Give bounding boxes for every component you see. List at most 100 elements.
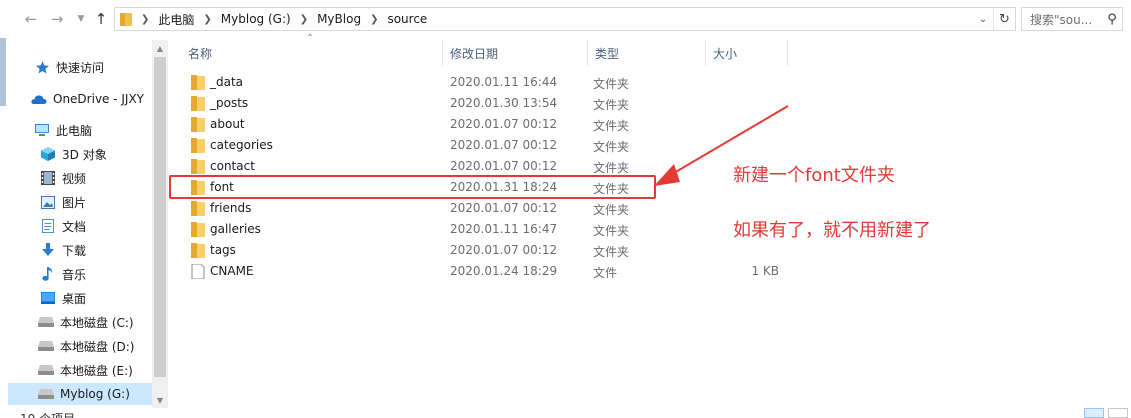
file-type: 文件夹 xyxy=(593,98,630,112)
sidebar-item-music[interactable]: 音乐 xyxy=(8,263,152,285)
scroll-down-icon[interactable]: ▼ xyxy=(152,392,168,408)
sidebar-item-this-pc[interactable]: 此电脑 xyxy=(8,119,152,141)
sidebar-item-label: 此电脑 xyxy=(56,123,93,138)
folder-icon xyxy=(120,12,132,26)
up-button[interactable]: ↑ xyxy=(92,10,110,28)
music-note-icon xyxy=(40,266,56,282)
column-header-type[interactable]: 类型 xyxy=(588,40,706,66)
file-date: 2020.01.11 16:47 xyxy=(450,222,558,236)
large-icons-view-button[interactable] xyxy=(1108,408,1128,418)
file-name: _posts xyxy=(210,96,249,110)
sidebar-item-drive-c[interactable]: 本地磁盘 (C:) xyxy=(8,311,152,333)
folder-icon xyxy=(191,75,205,90)
sidebar-item-label: 下载 xyxy=(62,243,87,258)
file-date: 2020.01.24 18:29 xyxy=(450,264,558,278)
annotation-text-create-font: 新建一个font文件夹 xyxy=(733,165,895,186)
window-left-edge xyxy=(0,0,8,418)
column-header-size[interactable]: 大小 xyxy=(706,40,788,66)
sidebar-item-onedrive[interactable]: OneDrive - JJXY xyxy=(8,88,152,110)
back-button[interactable]: ← xyxy=(22,10,40,28)
folder-icon xyxy=(191,159,205,174)
sidebar-item-quick-access[interactable]: 快速访问 xyxy=(8,56,152,78)
folder-icon xyxy=(191,222,205,237)
recent-locations-button[interactable]: ▼ xyxy=(72,10,90,28)
file-type: 文件夹 xyxy=(593,224,630,238)
sidebar-item-label: 本地磁盘 (E:) xyxy=(60,363,133,378)
download-icon xyxy=(40,242,56,258)
file-row[interactable]: CNAME 2020.01.24 18:29 文件 1 KB xyxy=(183,261,803,282)
breadcrumb-this-pc[interactable]: 此电脑 xyxy=(158,11,194,28)
folder-icon xyxy=(191,201,205,216)
annotation-highlight-box xyxy=(169,175,656,199)
sidebar-item-label: OneDrive - JJXY xyxy=(53,92,145,106)
sidebar-item-3d-objects[interactable]: 3D 对象 xyxy=(8,143,152,165)
computer-icon xyxy=(34,122,50,138)
sidebar-item-videos[interactable]: 视频 xyxy=(8,167,152,189)
scroll-up-icon[interactable]: ▲ xyxy=(152,40,168,56)
sidebar-item-label: 音乐 xyxy=(62,267,87,282)
breadcrumb-myblog[interactable]: MyBlog xyxy=(317,12,361,26)
chevron-down-icon: ▼ xyxy=(77,14,85,24)
file-row[interactable]: galleries 2020.01.11 16:47 文件夹 xyxy=(183,219,803,240)
column-label: 类型 xyxy=(595,46,620,61)
sidebar-item-label: Myblog (G:) xyxy=(60,387,130,401)
sidebar-item-label: 本地磁盘 (D:) xyxy=(60,339,135,354)
file-date: 2020.01.07 00:12 xyxy=(450,138,558,152)
breadcrumb-drive[interactable]: Myblog (G:) xyxy=(221,12,291,26)
drive-icon xyxy=(38,362,54,378)
film-icon xyxy=(40,170,56,186)
folder-icon xyxy=(191,117,205,132)
arrow-left-icon: ← xyxy=(24,10,38,28)
refresh-icon: ↻ xyxy=(999,11,1010,27)
file-type: 文件夹 xyxy=(593,77,630,91)
sidebar-item-desktop[interactable]: 桌面 xyxy=(8,287,152,309)
file-row[interactable]: tags 2020.01.07 00:12 文件夹 xyxy=(183,240,803,261)
sidebar-item-pictures[interactable]: 图片 xyxy=(8,191,152,213)
forward-button[interactable]: → xyxy=(48,10,66,28)
file-date: 2020.01.07 00:12 xyxy=(450,201,558,215)
sidebar-scrollbar[interactable]: ▲ ▼ xyxy=(152,40,168,408)
scrollbar-thumb[interactable] xyxy=(154,57,166,377)
sidebar-item-label: 视频 xyxy=(62,171,87,186)
column-header-name[interactable]: 名称 xyxy=(181,40,443,66)
drive-icon xyxy=(38,338,54,354)
drive-icon xyxy=(38,386,54,402)
sidebar-item-downloads[interactable]: 下载 xyxy=(8,239,152,261)
sidebar-item-drive-g[interactable]: Myblog (G:) xyxy=(8,383,152,405)
refresh-button[interactable]: ↻ xyxy=(993,8,1015,30)
file-row[interactable]: _data 2020.01.11 16:44 文件夹 xyxy=(183,72,803,93)
folder-icon xyxy=(191,96,205,111)
search-input[interactable]: 搜索"sou... xyxy=(1022,11,1102,28)
address-history-dropdown[interactable]: ⌄ xyxy=(973,14,993,25)
file-row[interactable]: friends 2020.01.07 00:12 文件夹 xyxy=(183,198,803,219)
document-icon xyxy=(40,218,56,234)
search-box[interactable]: 搜索"sou... ⚲ xyxy=(1021,7,1123,31)
file-name: about xyxy=(210,117,245,131)
address-bar[interactable]: ❯ 此电脑 ❯ Myblog (G:) ❯ MyBlog ❯ source ⌄ … xyxy=(114,7,1016,31)
sidebar-item-label: 快速访问 xyxy=(56,60,105,75)
file-name: CNAME xyxy=(210,264,254,278)
address-toolbar: ← → ▼ ↑ ❯ 此电脑 ❯ Myblog (G:) ❯ MyBlog ❯ s… xyxy=(0,0,1131,38)
cube-icon xyxy=(40,146,56,162)
file-name: contact xyxy=(210,159,255,173)
column-label: 修改日期 xyxy=(450,46,499,61)
folder-icon xyxy=(191,243,205,258)
sidebar-item-drive-e[interactable]: 本地磁盘 (E:) xyxy=(8,359,152,381)
sidebar-item-drive-d[interactable]: 本地磁盘 (D:) xyxy=(8,335,152,357)
file-type: 文件夹 xyxy=(593,140,630,154)
breadcrumb-separator-icon: ❯ xyxy=(141,13,150,25)
sidebar-item-documents[interactable]: 文档 xyxy=(8,215,152,237)
breadcrumb-separator-icon: ❯ xyxy=(370,13,379,25)
file-type: 文件 xyxy=(593,266,618,280)
picture-icon xyxy=(40,194,56,210)
breadcrumb-source[interactable]: source xyxy=(387,12,427,26)
sidebar-item-label: 图片 xyxy=(62,195,87,210)
column-header-date[interactable]: 修改日期 xyxy=(443,40,588,66)
background-window-strip xyxy=(0,36,6,106)
file-date: 2020.01.07 00:12 xyxy=(450,159,558,173)
sidebar-item-label: 文档 xyxy=(62,219,87,234)
details-view-button[interactable] xyxy=(1084,408,1104,418)
file-date: 2020.01.30 13:54 xyxy=(450,96,558,110)
file-date: 2020.01.07 00:12 xyxy=(450,117,558,131)
item-count: 10 个项目 xyxy=(20,410,75,418)
